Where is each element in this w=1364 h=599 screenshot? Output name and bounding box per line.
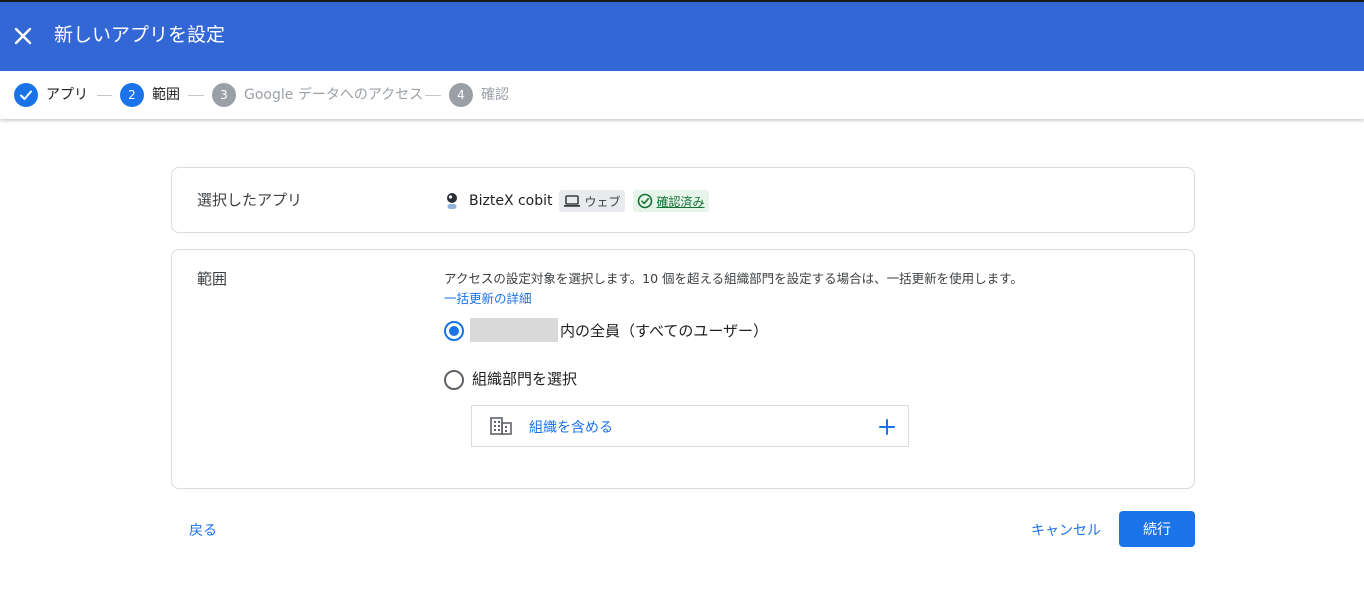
check-circle-icon bbox=[637, 193, 653, 209]
close-icon[interactable] bbox=[12, 25, 34, 47]
step-label: 確認 bbox=[481, 87, 509, 103]
step-divider bbox=[425, 95, 441, 96]
selected-app-label: 選択したアプリ bbox=[197, 191, 303, 209]
step-label: 範囲 bbox=[152, 87, 180, 103]
step-divider bbox=[97, 95, 112, 96]
bulk-update-link[interactable]: 一括更新の詳細 bbox=[444, 288, 532, 307]
radio-org-units[interactable] bbox=[444, 370, 464, 390]
platform-chip: ウェブ bbox=[558, 190, 625, 212]
step-google-data-access: 3 Google データへのアクセス bbox=[212, 83, 423, 107]
plus-icon[interactable] bbox=[878, 418, 896, 436]
platform-label: ウェブ bbox=[584, 194, 621, 209]
app-logo-icon bbox=[445, 192, 459, 210]
step-divider bbox=[188, 95, 204, 96]
step-number: 4 bbox=[449, 83, 473, 107]
back-button[interactable]: 戻る bbox=[189, 520, 217, 540]
scope-label: 範囲 bbox=[197, 270, 228, 288]
step-number: 2 bbox=[120, 83, 144, 107]
option-everyone-label[interactable]: 内の全員（すべてのユーザー） bbox=[560, 320, 768, 341]
page-title: 新しいアプリを設定 bbox=[54, 24, 226, 46]
step-app[interactable]: アプリ bbox=[14, 83, 88, 107]
check-icon bbox=[14, 83, 38, 107]
app-name: BizteX cobit bbox=[469, 193, 553, 209]
step-scope[interactable]: 2 範囲 bbox=[120, 83, 180, 107]
step-label: アプリ bbox=[46, 87, 88, 103]
cancel-button[interactable]: キャンセル bbox=[1031, 520, 1101, 540]
scope-description: アクセスの設定対象を選択します。10 個を超える組織部門を設定する場合は、一括更… bbox=[444, 271, 1023, 286]
include-org-box[interactable]: 組織を含める bbox=[471, 405, 909, 447]
step-review: 4 確認 bbox=[449, 83, 509, 107]
radio-everyone[interactable] bbox=[444, 321, 464, 341]
stepper: アプリ 2 範囲 3 Google データへのアクセス 4 確認 bbox=[0, 71, 1364, 119]
app-info: BizteX cobit ウェブ 確認済み bbox=[445, 190, 709, 212]
selected-app-card: 選択したアプリ BizteX cobit ウェブ 確認済み bbox=[171, 167, 1195, 233]
laptop-icon bbox=[563, 194, 581, 208]
verified-chip: 確認済み bbox=[632, 190, 709, 212]
option-org-units-label[interactable]: 組織部門を選択 bbox=[472, 368, 577, 389]
app-header: 新しいアプリを設定 bbox=[0, 0, 1364, 71]
scope-card: 範囲 アクセスの設定対象を選択します。10 個を超える組織部門を設定する場合は、… bbox=[171, 249, 1195, 489]
step-label: Google データへのアクセス bbox=[244, 87, 424, 103]
step-number: 3 bbox=[212, 83, 236, 107]
include-org-label: 組織を含める bbox=[529, 420, 613, 436]
continue-button[interactable]: 続行 bbox=[1119, 511, 1195, 547]
org-name-redacted bbox=[470, 318, 558, 342]
verified-label[interactable]: 確認済み bbox=[657, 193, 705, 210]
building-icon bbox=[490, 417, 512, 435]
